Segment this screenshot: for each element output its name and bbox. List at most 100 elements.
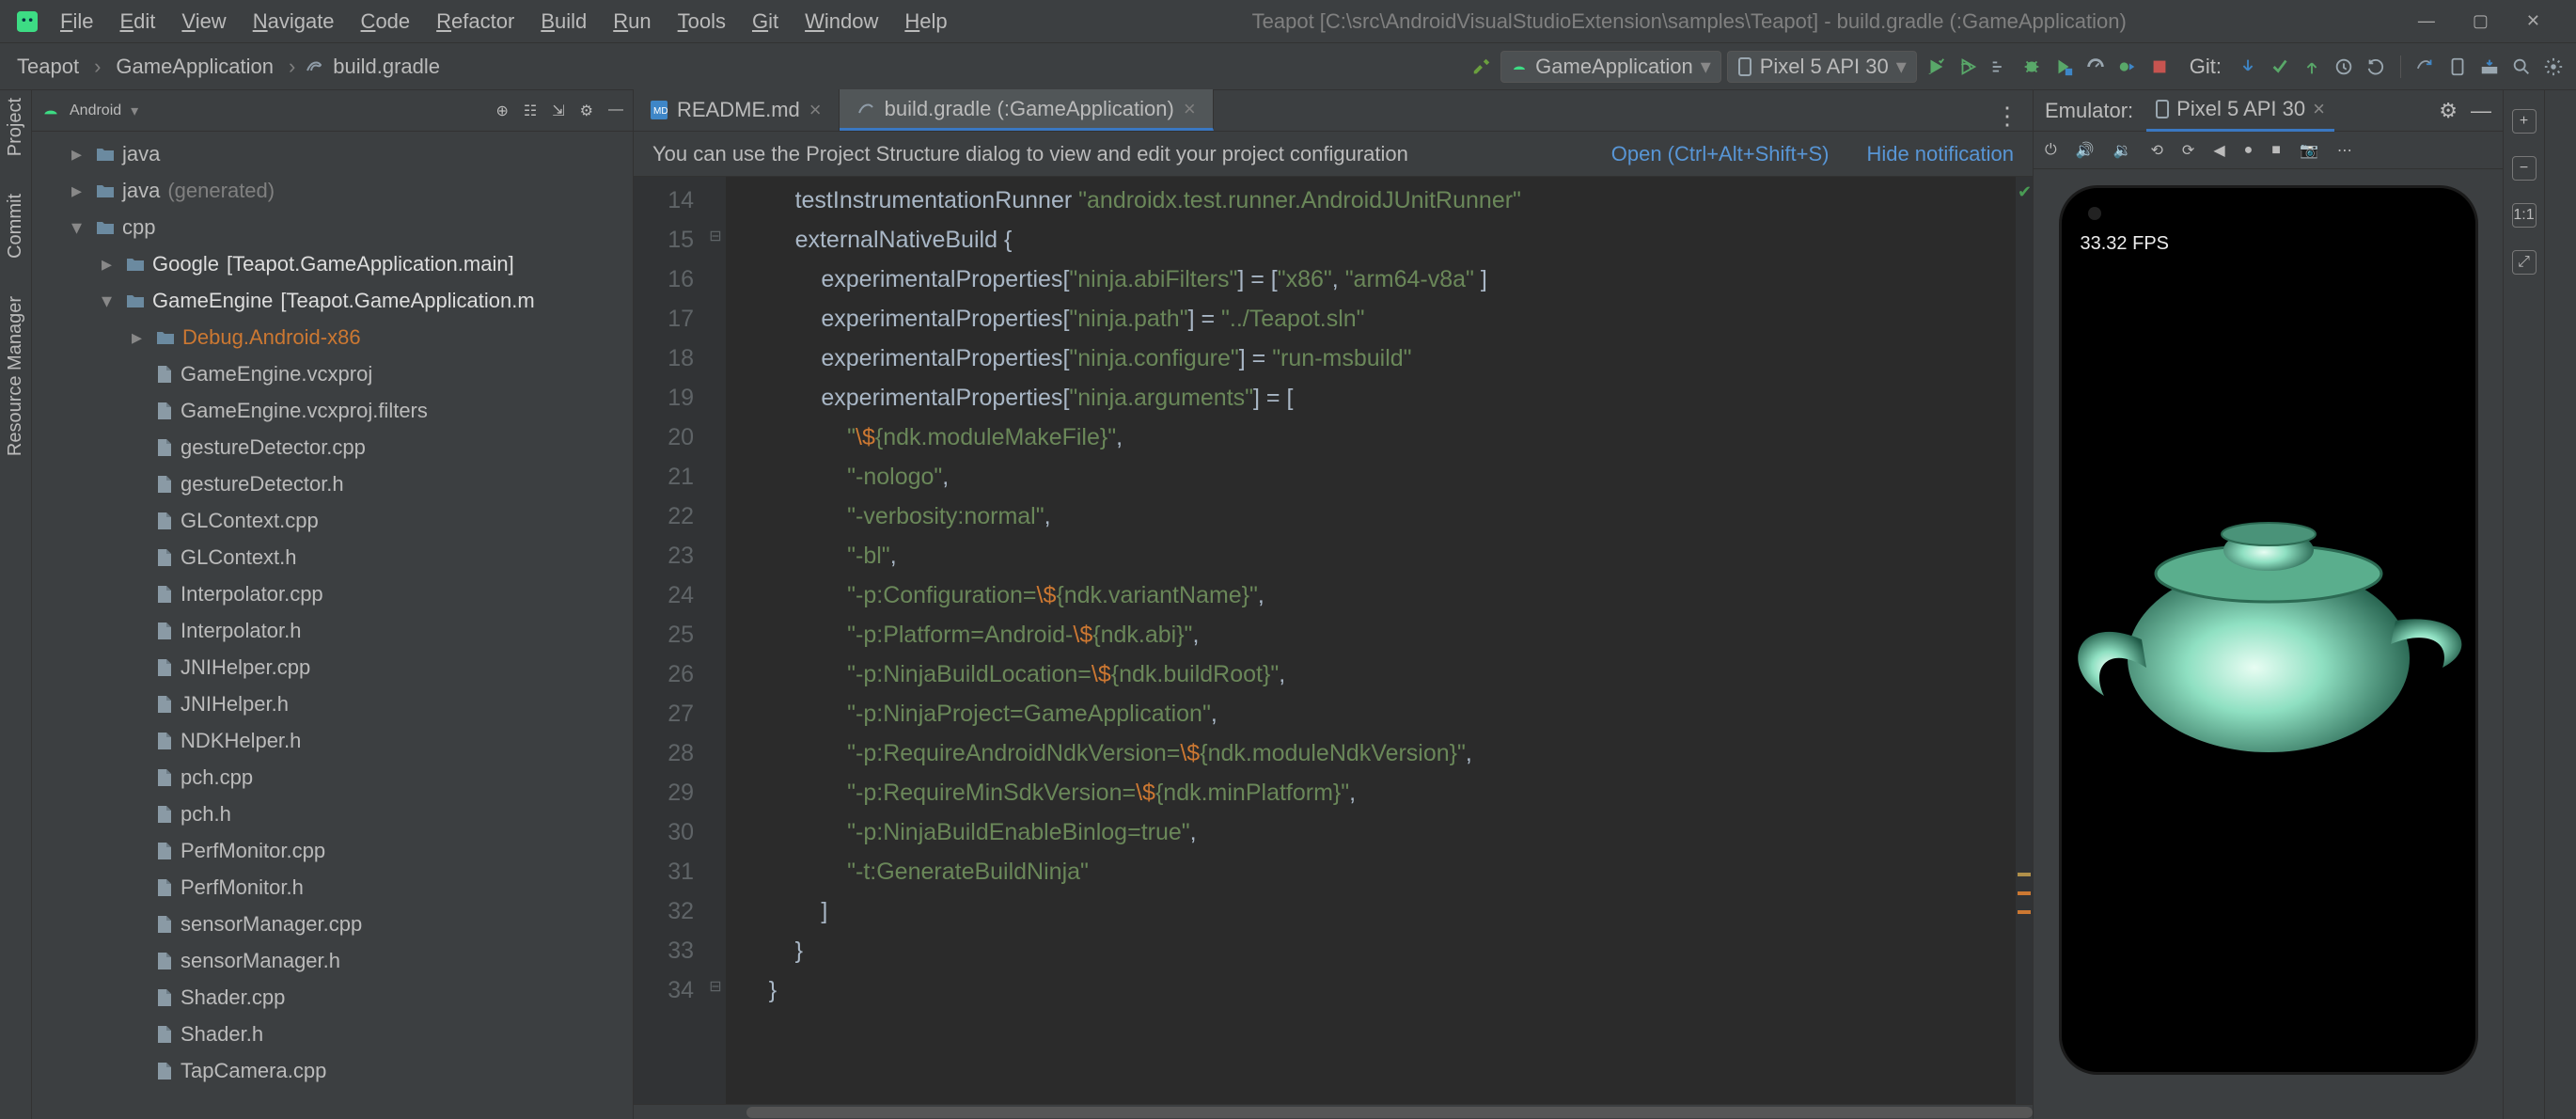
tree-folder[interactable]: ▾cpp bbox=[32, 209, 633, 245]
power-icon[interactable]: ⏻ bbox=[2045, 142, 2057, 159]
menu-file[interactable]: File bbox=[47, 9, 106, 34]
zoom-control-button[interactable]: ⤢ bbox=[2512, 250, 2537, 275]
menu-code[interactable]: Code bbox=[348, 9, 424, 34]
emulator-screen[interactable]: 33.32 FPS bbox=[2062, 188, 2475, 1072]
project-view-label[interactable]: Android bbox=[70, 102, 121, 119]
rotate-left-icon[interactable]: ⟲ bbox=[2151, 141, 2163, 160]
menu-edit[interactable]: Edit bbox=[106, 9, 168, 34]
tool-window-resource-manager[interactable]: Resource Manager bbox=[5, 296, 26, 456]
tree-file[interactable]: Shader.h bbox=[32, 1016, 633, 1052]
editor-more-icon[interactable]: ⋮ bbox=[1982, 102, 2033, 131]
tree-file[interactable]: Interpolator.h bbox=[32, 612, 633, 649]
menu-view[interactable]: View bbox=[168, 9, 239, 34]
tree-file[interactable]: JNIHelper.h bbox=[32, 686, 633, 722]
hide-pane-icon[interactable]: — bbox=[2471, 99, 2491, 123]
menu-window[interactable]: Window bbox=[792, 9, 891, 34]
tree-file[interactable]: GLContext.cpp bbox=[32, 502, 633, 539]
filter-icon[interactable]: ☷ bbox=[524, 102, 537, 120]
project-tree[interactable]: ▸java▸java (generated)▾cpp▸Google [Teapo… bbox=[32, 132, 633, 1093]
code-editor[interactable]: 1415161718192021222324252627282930313233… bbox=[634, 177, 2033, 1104]
warning-marker-icon[interactable] bbox=[2018, 910, 2031, 914]
profile-button[interactable] bbox=[2082, 54, 2109, 80]
breadcrumb-root[interactable]: Teapot bbox=[11, 55, 85, 79]
collapse-icon[interactable]: ⇲ bbox=[552, 102, 564, 120]
run-button[interactable] bbox=[1923, 54, 1949, 80]
tree-folder[interactable]: ▸java bbox=[32, 135, 633, 172]
device-dropdown[interactable]: Pixel 5 API 30 ▾ bbox=[1727, 51, 1917, 83]
tree-file[interactable]: TapCamera.cpp bbox=[32, 1052, 633, 1089]
chevron-down-icon[interactable]: ▾ bbox=[131, 102, 138, 120]
zoom-control-button[interactable]: + bbox=[2512, 109, 2537, 134]
stop-button[interactable] bbox=[2146, 54, 2173, 80]
menu-build[interactable]: Build bbox=[527, 9, 600, 34]
tree-file[interactable]: GLContext.h bbox=[32, 539, 633, 575]
zoom-control-button[interactable]: − bbox=[2512, 156, 2537, 181]
fold-gutter[interactable]: ⊟⊟ bbox=[705, 177, 726, 1104]
menu-help[interactable]: Help bbox=[891, 9, 960, 34]
close-icon[interactable]: × bbox=[1184, 97, 1196, 121]
tool-window-commit[interactable]: Commit bbox=[5, 194, 26, 259]
back-icon[interactable]: ◀ bbox=[2213, 141, 2224, 160]
sdk-manager-button[interactable] bbox=[2476, 54, 2503, 80]
close-icon[interactable]: × bbox=[2313, 97, 2325, 121]
tree-file[interactable]: PerfMonitor.h bbox=[32, 869, 633, 906]
tree-file[interactable]: pch.cpp bbox=[32, 759, 633, 796]
error-stripe[interactable]: ✔ bbox=[2016, 177, 2033, 1104]
breadcrumb-file[interactable]: build.gradle bbox=[327, 55, 446, 79]
gear-icon[interactable]: ⚙ bbox=[580, 102, 593, 120]
git-history-button[interactable] bbox=[2331, 54, 2357, 80]
tree-folder[interactable]: ▸Google [Teapot.GameApplication.main] bbox=[32, 245, 633, 282]
git-pull-button[interactable] bbox=[2235, 54, 2261, 80]
gear-icon[interactable]: ⚙ bbox=[2439, 99, 2458, 123]
notification-hide-link[interactable]: Hide notification bbox=[1866, 142, 2014, 166]
warning-marker-icon[interactable] bbox=[2018, 873, 2031, 876]
menu-tools[interactable]: Tools bbox=[665, 9, 739, 34]
tree-file[interactable]: GameEngine.vcxproj.filters bbox=[32, 392, 633, 429]
git-rollback-button[interactable] bbox=[2363, 54, 2389, 80]
tree-file[interactable]: sensorManager.h bbox=[32, 942, 633, 979]
close-button[interactable]: ✕ bbox=[2526, 11, 2540, 31]
tree-file[interactable]: GameEngine.vcxproj bbox=[32, 355, 633, 392]
tree-file[interactable]: gestureDetector.h bbox=[32, 465, 633, 502]
tree-file[interactable]: sensorManager.cpp bbox=[32, 906, 633, 942]
volume-down-icon[interactable]: 🔉 bbox=[2113, 141, 2132, 160]
tree-file[interactable]: NDKHelper.h bbox=[32, 722, 633, 759]
avd-manager-button[interactable] bbox=[2444, 54, 2471, 80]
run-config-dropdown[interactable]: GameApplication ▾ bbox=[1500, 51, 1721, 83]
tree-folder[interactable]: ▸java (generated) bbox=[32, 172, 633, 209]
coverage-button[interactable] bbox=[2050, 54, 2077, 80]
locate-icon[interactable]: ⊕ bbox=[496, 102, 509, 120]
zoom-control-button[interactable]: 1:1 bbox=[2512, 203, 2537, 228]
home-icon[interactable]: ● bbox=[2244, 142, 2254, 159]
tree-folder[interactable]: ▾GameEngine [Teapot.GameApplication.m bbox=[32, 282, 633, 319]
tree-file[interactable]: JNIHelper.cpp bbox=[32, 649, 633, 686]
git-push-button[interactable] bbox=[2299, 54, 2325, 80]
overview-icon[interactable]: ■ bbox=[2271, 142, 2281, 159]
more-icon[interactable]: ⋯ bbox=[2337, 141, 2352, 160]
hide-pane-icon[interactable]: — bbox=[608, 102, 623, 120]
sync-gradle-button[interactable] bbox=[2412, 54, 2439, 80]
notification-open-link[interactable]: Open (Ctrl+Alt+Shift+S) bbox=[1611, 142, 1830, 166]
menu-run[interactable]: Run bbox=[600, 9, 664, 34]
attach-debugger-button[interactable] bbox=[2114, 54, 2141, 80]
editor-tab[interactable]: build.gradle (:GameApplication)× bbox=[840, 89, 1214, 131]
close-icon[interactable]: × bbox=[809, 98, 822, 122]
search-everywhere-button[interactable] bbox=[2508, 54, 2535, 80]
tree-folder[interactable]: ▸Debug.Android-x86 bbox=[32, 319, 633, 355]
horizontal-scrollbar[interactable] bbox=[634, 1104, 2033, 1119]
menu-git[interactable]: Git bbox=[739, 9, 792, 34]
breadcrumb-module[interactable]: GameApplication bbox=[110, 55, 279, 79]
rotate-right-icon[interactable]: ⟳ bbox=[2182, 141, 2194, 160]
settings-button[interactable] bbox=[2540, 54, 2567, 80]
menu-refactor[interactable]: Refactor bbox=[423, 9, 527, 34]
git-commit-button[interactable] bbox=[2267, 54, 2293, 80]
warning-marker-icon[interactable] bbox=[2018, 891, 2031, 895]
build-hammer-icon[interactable] bbox=[1469, 54, 1495, 80]
tree-file[interactable]: PerfMonitor.cpp bbox=[32, 832, 633, 869]
tree-file[interactable]: pch.h bbox=[32, 796, 633, 832]
screenshot-icon[interactable]: 📷 bbox=[2300, 141, 2318, 160]
maximize-button[interactable]: ▢ bbox=[2473, 11, 2489, 31]
apply-code-changes-button[interactable] bbox=[1987, 54, 2013, 80]
debug-button[interactable] bbox=[2018, 54, 2045, 80]
tree-file[interactable]: Interpolator.cpp bbox=[32, 575, 633, 612]
